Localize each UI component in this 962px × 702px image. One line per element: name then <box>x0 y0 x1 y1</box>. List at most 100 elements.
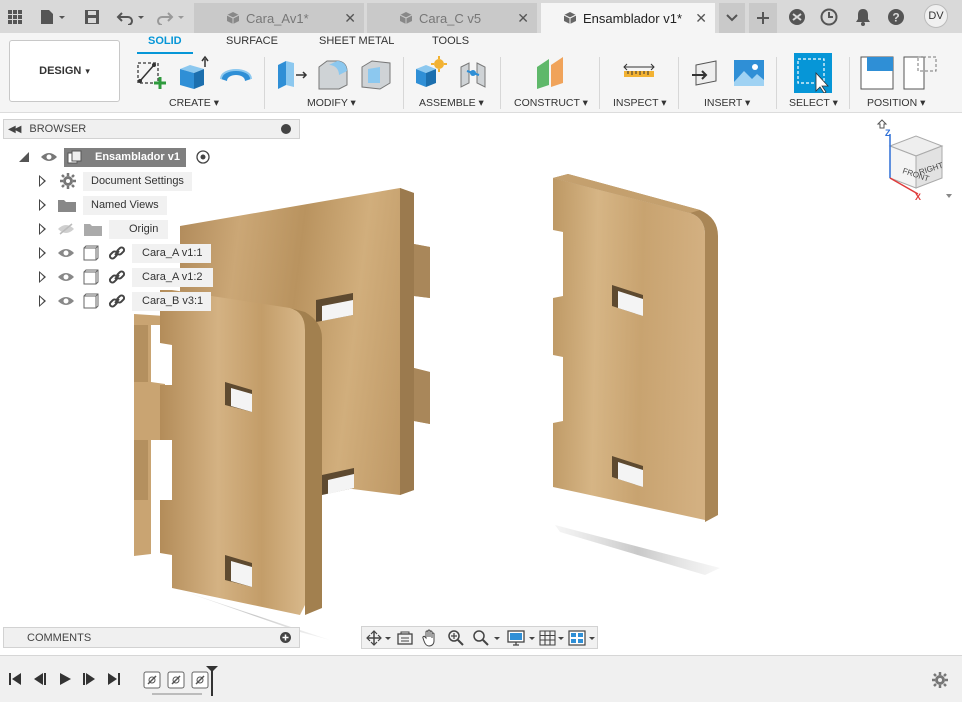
expand-arrow-icon[interactable] <box>39 271 46 283</box>
expand-arrow-icon[interactable] <box>39 175 46 187</box>
collapse-panel-icon[interactable]: ◀◀ <box>8 124 21 135</box>
new-tab-plus-icon[interactable] <box>749 3 777 33</box>
shell-icon[interactable] <box>358 55 394 91</box>
insert-derive-icon[interactable] <box>688 55 724 91</box>
construct-menu[interactable]: CONSTRUCT ▾ <box>514 97 588 109</box>
orbit-icon[interactable] <box>366 630 392 646</box>
visibility-eye-icon[interactable] <box>40 151 58 163</box>
position-menu[interactable]: POSITION ▾ <box>867 97 925 109</box>
part-cara-a-1[interactable] <box>160 290 322 615</box>
revert-position-icon[interactable] <box>902 55 938 91</box>
view-cube[interactable]: FRONT RIGHT Z X <box>868 118 958 204</box>
offset-plane-icon[interactable] <box>533 55 569 91</box>
file-menu-icon[interactable] <box>36 0 70 33</box>
display-settings-icon[interactable] <box>507 629 539 647</box>
expand-arrow-icon[interactable] <box>39 247 46 259</box>
save-icon[interactable] <box>82 0 102 33</box>
close-icon[interactable]: ✕ <box>695 10 707 27</box>
timeline-step-forward-icon[interactable] <box>82 672 96 686</box>
tab-cara-a[interactable]: Cara_Av1* ✕ <box>194 3 364 33</box>
hidden-eye-icon[interactable] <box>57 223 75 235</box>
measure-icon[interactable] <box>621 55 657 91</box>
notifications-bell-icon[interactable] <box>852 0 874 33</box>
tab-surface[interactable]: SURFACE <box>226 35 278 47</box>
browser-item-cara-b-1[interactable]: Cara_B v3:1 <box>37 291 212 311</box>
tab-sheet-metal[interactable]: SHEET METAL <box>319 35 394 47</box>
redo-icon[interactable] <box>154 0 188 33</box>
x-axis-label: X <box>915 192 921 202</box>
root-component-chip[interactable]: Ensamblador v1 <box>64 147 186 167</box>
joint-feature-icon[interactable] <box>143 671 161 689</box>
assemble-menu[interactable]: ASSEMBLE ▾ <box>419 97 484 109</box>
joint-icon[interactable] <box>455 55 491 91</box>
pan-hand-icon[interactable] <box>422 629 438 647</box>
create-sketch-icon[interactable] <box>134 55 170 91</box>
folder-icon <box>84 224 102 236</box>
fit-zoom-icon[interactable] <box>472 629 502 647</box>
tab-label: Ensamblador v1* <box>583 10 682 26</box>
tab-solid[interactable]: SOLID <box>148 35 182 47</box>
close-icon[interactable]: ✕ <box>517 10 529 27</box>
undo-icon[interactable] <box>114 0 148 33</box>
select-menu[interactable]: SELECT ▾ <box>789 97 838 109</box>
insert-menu[interactable]: INSERT ▾ <box>704 97 750 109</box>
visibility-eye-icon[interactable] <box>57 247 75 259</box>
panel-minimize-icon[interactable] <box>281 124 291 134</box>
part-cara-a-standalone[interactable] <box>553 174 718 522</box>
browser-item-origin[interactable]: Origin <box>37 219 169 239</box>
tab-cara-c[interactable]: Cara_C v5 ✕ <box>367 3 537 33</box>
timeline-features[interactable] <box>142 666 222 696</box>
expand-arrow-icon[interactable] <box>39 295 46 307</box>
extrude-icon[interactable] <box>174 55 210 91</box>
zoom-icon[interactable] <box>447 629 465 647</box>
create-menu[interactable]: CREATE ▾ <box>169 97 219 109</box>
joint-feature-icon[interactable] <box>191 671 209 689</box>
app-grid-icon[interactable] <box>4 0 26 33</box>
timeline-end-icon[interactable] <box>107 672 121 686</box>
viewcube-menu-icon[interactable] <box>946 194 952 198</box>
inspect-menu[interactable]: INSPECT ▾ <box>613 97 667 109</box>
tab-overflow-chevron-icon[interactable] <box>719 3 745 33</box>
expand-arrow-icon[interactable] <box>39 223 46 235</box>
revolve-icon[interactable] <box>218 55 254 91</box>
add-comment-icon[interactable] <box>280 632 291 643</box>
tab-tools[interactable]: TOOLS <box>432 35 469 47</box>
look-at-icon[interactable] <box>397 630 413 646</box>
new-component-icon[interactable] <box>412 55 448 91</box>
capture-position-icon[interactable] <box>859 55 895 91</box>
modify-menu[interactable]: MODIFY ▾ <box>307 97 356 109</box>
timeline-step-back-icon[interactable] <box>33 672 47 686</box>
timeline-settings-gear-icon[interactable] <box>931 671 949 689</box>
browser-item-cara-a-1[interactable]: Cara_A v1:1 <box>37 243 211 263</box>
select-icon[interactable] <box>794 53 832 93</box>
tab-label: Cara_Av1* <box>246 10 309 26</box>
visibility-eye-icon[interactable] <box>57 295 75 307</box>
fillet-icon[interactable] <box>315 55 351 91</box>
gear-icon <box>60 173 76 189</box>
activate-radio-icon[interactable] <box>196 150 210 164</box>
browser-root-row[interactable]: Ensamblador v1 <box>18 147 210 167</box>
timeline-play-icon[interactable] <box>58 672 72 686</box>
timeline-start-icon[interactable] <box>8 672 22 686</box>
visibility-eye-icon[interactable] <box>57 271 75 283</box>
browser-item-cara-a-2[interactable]: Cara_A v1:2 <box>37 267 213 287</box>
browser-item-document-settings[interactable]: Document Settings <box>37 171 192 191</box>
tab-ensamblador[interactable]: Ensamblador v1* ✕ <box>541 3 715 33</box>
press-pull-icon[interactable] <box>272 55 308 91</box>
expand-arrow-icon[interactable] <box>39 199 46 211</box>
help-icon[interactable]: ? <box>885 0 907 33</box>
job-status-clock-icon[interactable] <box>818 0 840 33</box>
browser-item-named-views[interactable]: Named Views <box>37 195 167 215</box>
insert-canvas-image-icon[interactable] <box>731 55 767 91</box>
workspace-switcher-button[interactable]: DESIGN ▾ <box>9 40 120 102</box>
grid-settings-icon[interactable] <box>539 629 567 647</box>
extensions-icon[interactable] <box>786 0 808 33</box>
joint-feature-icon[interactable] <box>167 671 185 689</box>
comments-panel-header[interactable]: COMMENTS <box>3 627 300 648</box>
expanded-triangle-icon[interactable] <box>18 151 30 163</box>
chevron-down-icon: ▾ <box>85 65 90 76</box>
viewports-icon[interactable] <box>568 629 598 647</box>
home-icon[interactable] <box>876 119 888 129</box>
user-avatar[interactable]: DV <box>924 4 948 28</box>
close-icon[interactable]: ✕ <box>344 10 356 27</box>
